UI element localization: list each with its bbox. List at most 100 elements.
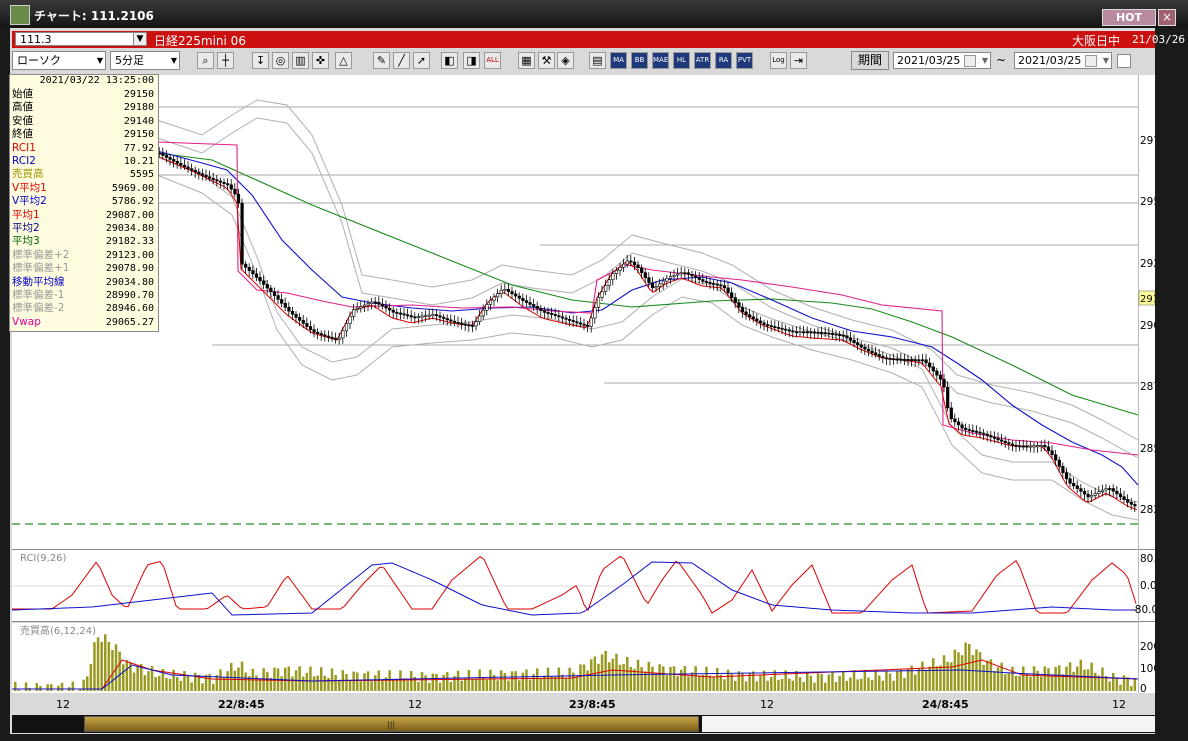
cursor-icon[interactable]: ↧ [252,52,269,69]
volume-bar [665,675,669,691]
bb-icon[interactable]: BB [631,52,648,69]
pin-dual-icon[interactable]: ◨ [463,52,480,69]
volume-bar [230,662,233,691]
range-checkbox[interactable] [1117,54,1131,68]
volume-bar [575,676,579,691]
pencil-icon[interactable]: ✎ [373,52,390,69]
export-icon[interactable]: ⇥ [790,52,807,69]
volume-bar [726,669,730,691]
ra-icon[interactable]: RA [715,52,732,69]
chart-area[interactable]: 29750 29500 29250 29000 28750 28500 2825… [12,75,1155,693]
hl-icon[interactable]: HL [673,52,690,69]
time-label: 23/8:45 [569,698,616,711]
candle-body [744,311,748,315]
candle-body [269,287,273,293]
wrench-icon[interactable]: ⚒ [538,52,555,69]
volume-bar [420,672,424,691]
volume-bar [802,682,805,691]
volume-bar [582,664,586,691]
period-button[interactable]: 期間 [851,51,889,70]
arrow-icon[interactable]: ➚ [413,52,430,69]
candle-body [632,261,637,266]
candle-body [816,331,820,334]
chart-scrollbar[interactable]: ||| [12,715,1155,733]
candle-body [467,324,471,327]
candle-body [668,276,673,279]
candle-body [200,173,205,176]
candle-body [622,263,626,268]
volume-bar [186,675,190,691]
scroll-track[interactable] [702,716,1155,732]
volume-bar [435,673,438,691]
symbol-input[interactable]: 111.3 [15,32,135,46]
calendar-icon[interactable] [1085,55,1097,67]
candle-body [618,266,622,271]
bar-icon[interactable]: ▥ [292,52,309,69]
volume-bar [143,675,147,691]
chevron-down-icon[interactable]: ▼ [1103,53,1109,68]
candle-body [726,287,730,294]
volume-bar [485,679,489,691]
candle-body [233,188,237,195]
scroll-thumb[interactable]: ||| [84,716,699,732]
calendar-icon[interactable] [964,55,976,67]
info-value: 5595 [129,169,154,181]
volume-bar [550,676,553,691]
table-icon[interactable]: ▤ [589,52,606,69]
candle-body [1000,439,1004,442]
candle-body [276,295,280,300]
volume-bar [323,675,327,691]
candle-body [1082,491,1087,495]
session-label: 大阪日中 [1072,34,1121,48]
chevron-down-icon[interactable]: ▼ [982,53,988,68]
volume-bar [939,665,942,691]
candle-body [402,313,406,316]
zoom-icon[interactable]: ⌕ [197,52,214,69]
candle-body [298,317,302,321]
candle-body [539,308,543,311]
volume-bar [111,650,114,691]
chart-type-select[interactable]: ローソク ▼ [12,51,106,70]
timeframe-select[interactable]: 5分足 ▼ [110,51,180,70]
line-draw-icon[interactable]: ╱ [393,52,410,69]
candle-body [499,289,503,294]
candle-body [679,272,683,275]
triangle-icon[interactable]: △ [335,52,352,69]
info-label: V平均2 [12,195,47,208]
chevron-down-icon[interactable]: ▼ [133,32,147,46]
mark-icon[interactable]: ✜ [312,52,329,69]
candle-body [1086,493,1090,498]
hot-button[interactable]: HOT [1102,9,1156,26]
date-to-input[interactable]: 2021/03/25 ▼ [1014,52,1112,69]
volume-label: 売買高(6,12,24) [20,624,96,637]
candle-body [992,436,997,439]
all-icon[interactable]: ALL [484,52,501,69]
candle-body [845,335,849,339]
volume-bar [1130,686,1133,691]
volume-bar [698,676,701,691]
pin-icon[interactable]: ◧ [441,52,458,69]
candle-body [575,321,579,324]
pvt-icon[interactable]: PVT [736,52,753,69]
volume-bar [366,671,370,691]
close-button[interactable]: × [1158,9,1176,26]
crosshair-icon[interactable]: ┼ [217,52,234,69]
ma-icon[interactable]: MA [610,52,627,69]
price-tick: 29250 [1140,258,1155,270]
palette-icon[interactable]: ◈ [557,52,574,69]
atr-icon[interactable]: ATR [694,52,711,69]
volume-bar [1112,672,1115,691]
search-chart-icon[interactable]: ◎ [272,52,289,69]
chart-type-value: ローソク [17,54,61,67]
volume-bar [921,661,924,691]
candle-body [1079,488,1083,492]
mae-icon[interactable]: MAE [652,52,669,69]
candle-body [809,331,813,334]
date-from-input[interactable]: 2021/03/25 ▼ [893,52,991,69]
candle-body [341,330,345,339]
log-icon[interactable]: Log [770,52,787,69]
candle-body [262,280,266,285]
grid-icon[interactable]: ▦ [518,52,535,69]
candle-body [456,322,460,324]
price-tick: 29000 [1140,320,1155,332]
